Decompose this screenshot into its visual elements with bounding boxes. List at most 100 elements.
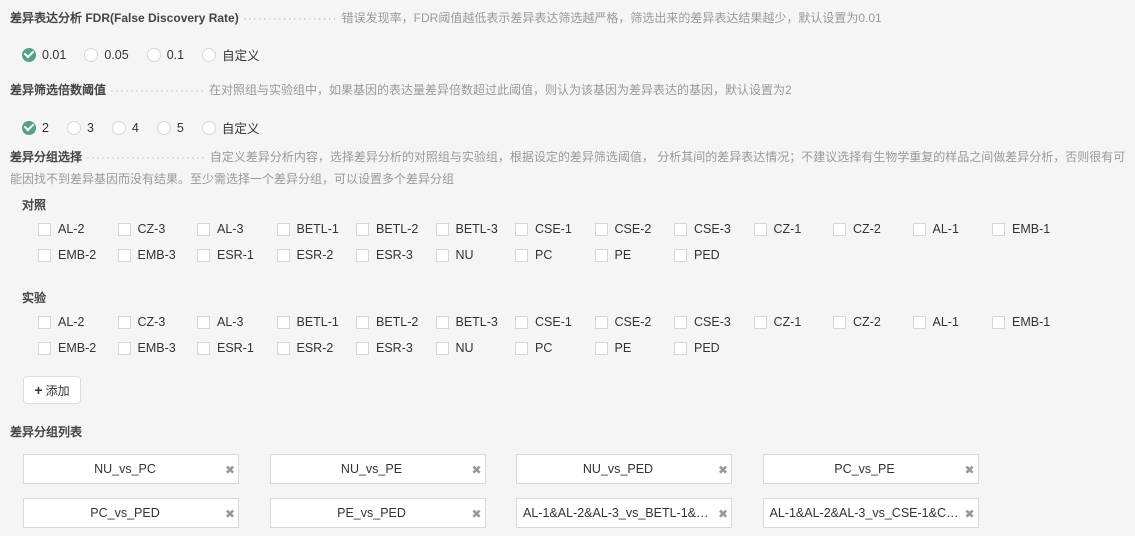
checkbox-box-icon [356, 222, 369, 236]
control-checkbox-label: AL-1 [932, 222, 959, 236]
control-checkbox-0[interactable]: AL-2 [38, 216, 118, 242]
fold-radio-1[interactable]: 3 [66, 120, 94, 135]
check-icon [22, 47, 36, 62]
experiment-checkbox-11[interactable]: AL-1 [912, 309, 993, 335]
control-checkbox-8[interactable]: CSE-3 [674, 216, 754, 242]
group-tag-label: NU_vs_PE [340, 462, 403, 476]
control-checkbox-20[interactable]: PE [594, 242, 675, 268]
control-checkbox-5[interactable]: BETL-3 [435, 216, 516, 242]
control-checkbox-14[interactable]: EMB-3 [117, 242, 198, 268]
experiment-checkbox-20[interactable]: PE [594, 335, 675, 361]
experiment-checkbox-3[interactable]: BETL-1 [276, 309, 357, 335]
experiment-checkbox-label: CZ-1 [773, 315, 802, 329]
fdr-radio-2[interactable]: 0.1 [146, 47, 184, 62]
experiment-checkbox-label: CSE-2 [614, 315, 652, 329]
fold-radio-4[interactable]: 自定义 [201, 118, 259, 137]
experiment-checkbox-8[interactable]: CSE-3 [674, 309, 754, 335]
control-checkbox-10[interactable]: CZ-2 [833, 216, 913, 242]
control-checkbox-17[interactable]: ESR-3 [356, 242, 436, 268]
experiment-checkbox-1[interactable]: CZ-3 [117, 309, 198, 335]
control-checkbox-18[interactable]: NU [435, 242, 516, 268]
experiment-checkbox-label: CZ-3 [137, 315, 166, 329]
checkbox-box-icon [515, 315, 528, 329]
checkbox-box-icon [435, 315, 449, 329]
experiment-checkbox-label: ESR-1 [217, 341, 254, 355]
control-checkbox-1[interactable]: CZ-3 [117, 216, 198, 242]
fdr-radio-3[interactable]: 自定义 [202, 45, 260, 64]
checkbox-box-icon [276, 222, 290, 236]
fold-radio-3[interactable]: 5 [156, 120, 184, 135]
experiment-checkbox-19[interactable]: PC [515, 335, 595, 361]
fdr-dots: ··················· [242, 11, 338, 25]
close-icon[interactable]: ✖ [471, 507, 481, 521]
experiment-checkbox-label: PE [614, 341, 632, 355]
experiment-checkbox-18[interactable]: NU [435, 335, 516, 361]
fold-desc: 在对照组与实验组中，如果基因的表达量差异倍数超过此阈值，则认为该基因为差异表达的… [208, 83, 792, 97]
control-checkbox-label: EMB-3 [137, 248, 176, 262]
control-checkbox-21[interactable]: PED [674, 242, 754, 268]
close-icon[interactable]: ✖ [964, 507, 974, 521]
checkbox-box-icon [197, 222, 210, 236]
experiment-checkbox-14[interactable]: EMB-3 [117, 335, 198, 361]
control-checkbox-2[interactable]: AL-3 [197, 216, 277, 242]
group-tag: AL-1&AL-2&AL-3_vs_BETL-1&BETL-2&BETL-3✖ [516, 498, 732, 528]
close-icon[interactable]: ✖ [718, 507, 728, 521]
checkbox-box-icon [38, 222, 51, 236]
experiment-checkbox-4[interactable]: BETL-2 [356, 309, 436, 335]
close-icon[interactable]: ✖ [471, 463, 481, 477]
control-checkbox-13[interactable]: EMB-2 [38, 242, 118, 268]
fdr-radio-1[interactable]: 0.05 [84, 47, 129, 62]
experiment-checkbox-label: AL-2 [58, 315, 85, 329]
experiment-checkbox-label: EMB-3 [137, 341, 176, 355]
fold-radio-2[interactable]: 4 [111, 120, 139, 135]
experiment-checkbox-label: CSE-1 [535, 315, 572, 329]
group-tag-label: PE_vs_PED [337, 506, 406, 520]
control-checkbox-4[interactable]: BETL-2 [356, 216, 436, 242]
close-icon[interactable]: ✖ [718, 463, 728, 477]
checkbox-box-icon [276, 341, 290, 355]
group-tag-label: PC_vs_PE [834, 462, 895, 476]
radio-circle-icon [201, 120, 216, 135]
checkbox-box-icon [594, 248, 608, 262]
close-icon[interactable]: ✖ [225, 507, 235, 521]
control-checkbox-16[interactable]: ESR-2 [276, 242, 357, 268]
experiment-checkbox-9[interactable]: CZ-1 [753, 309, 834, 335]
radio-circle-icon [156, 120, 171, 135]
experiment-checkbox-21[interactable]: PED [674, 335, 754, 361]
control-checkbox-12[interactable]: EMB-1 [992, 216, 1072, 242]
add-group-button[interactable]: + 添加 [23, 376, 81, 404]
experiment-checkbox-10[interactable]: CZ-2 [833, 309, 913, 335]
control-label: 对照 [22, 198, 47, 212]
control-checkbox-3[interactable]: BETL-1 [276, 216, 357, 242]
control-checkbox-label: AL-2 [58, 222, 85, 236]
fold-radio-label: 2 [42, 120, 49, 135]
control-checkbox-label: ESR-3 [376, 248, 413, 262]
control-checkbox-19[interactable]: PC [515, 242, 595, 268]
experiment-checkbox-12[interactable]: EMB-1 [992, 309, 1072, 335]
control-checkbox-label: CZ-1 [773, 222, 802, 236]
checkbox-box-icon [674, 341, 687, 355]
experiment-checkbox-6[interactable]: CSE-1 [515, 309, 595, 335]
fold-radio-0[interactable]: 2 [22, 120, 49, 135]
radio-circle-icon [66, 120, 81, 135]
control-checkbox-label: EMB-2 [58, 248, 97, 262]
experiment-checkbox-7[interactable]: CSE-2 [594, 309, 675, 335]
fdr-radio-0[interactable]: 0.01 [22, 47, 66, 62]
experiment-checkbox-15[interactable]: ESR-1 [197, 335, 277, 361]
control-checkbox-15[interactable]: ESR-1 [197, 242, 277, 268]
control-checkbox-11[interactable]: AL-1 [912, 216, 993, 242]
experiment-checkbox-5[interactable]: BETL-3 [435, 309, 516, 335]
control-checkbox-label: EMB-1 [1012, 222, 1051, 236]
experiment-checkbox-0[interactable]: AL-2 [38, 309, 118, 335]
experiment-checkbox-label: AL-1 [932, 315, 959, 329]
experiment-checkbox-13[interactable]: EMB-2 [38, 335, 118, 361]
experiment-checkbox-2[interactable]: AL-3 [197, 309, 277, 335]
control-checkbox-9[interactable]: CZ-1 [753, 216, 834, 242]
experiment-checkbox-17[interactable]: ESR-3 [356, 335, 436, 361]
control-checkbox-7[interactable]: CSE-2 [594, 216, 675, 242]
close-icon[interactable]: ✖ [964, 463, 974, 477]
close-icon[interactable]: ✖ [225, 463, 235, 477]
control-checkbox-6[interactable]: CSE-1 [515, 216, 595, 242]
control-checkbox-label: BETL-2 [376, 222, 419, 236]
experiment-checkbox-16[interactable]: ESR-2 [276, 335, 357, 361]
